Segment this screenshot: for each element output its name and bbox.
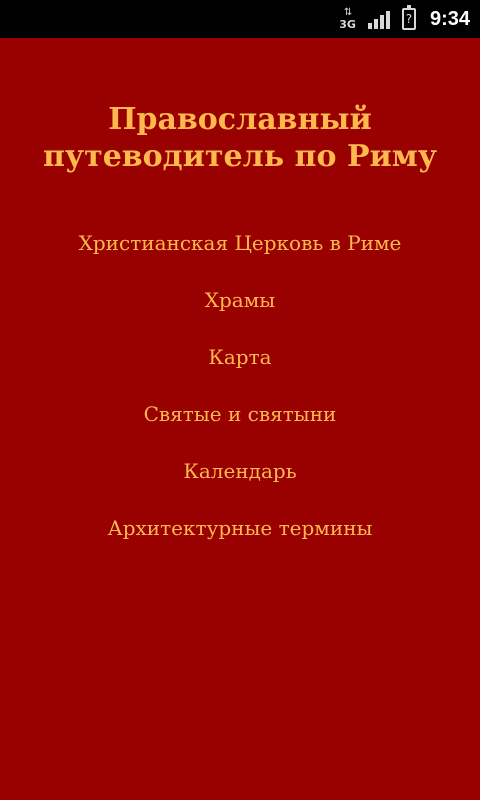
app-title: Православный путеводитель по Риму (42, 102, 438, 174)
status-icons: ⇅ 3G ? 9:34 (339, 0, 470, 38)
network-type-label: 3G (339, 18, 356, 31)
menu-item-saints-and-relics[interactable]: Святые и святыни (0, 395, 480, 452)
menu-item-christian-church[interactable]: Христианская Церковь в Риме (0, 224, 480, 281)
data-arrows-icon: ⇅ (343, 7, 352, 18)
menu-item-map[interactable]: Карта (0, 338, 480, 395)
battery-unknown-icon: ? (401, 5, 416, 30)
menu-item-calendar[interactable]: Календарь (0, 452, 480, 509)
signal-strength-icon (367, 9, 390, 29)
network-3g-icon: ⇅ 3G (339, 7, 356, 31)
main-menu-screen: Православный путеводитель по Риму Христи… (0, 38, 480, 800)
status-bar: ⇅ 3G ? 9:34 (0, 0, 480, 38)
main-menu: Христианская Церковь в Риме Храмы Карта … (0, 224, 480, 566)
menu-item-architectural-terms[interactable]: Архитектурные термины (0, 509, 480, 566)
menu-item-churches[interactable]: Храмы (0, 281, 480, 338)
status-clock: 9:34 (429, 7, 470, 30)
